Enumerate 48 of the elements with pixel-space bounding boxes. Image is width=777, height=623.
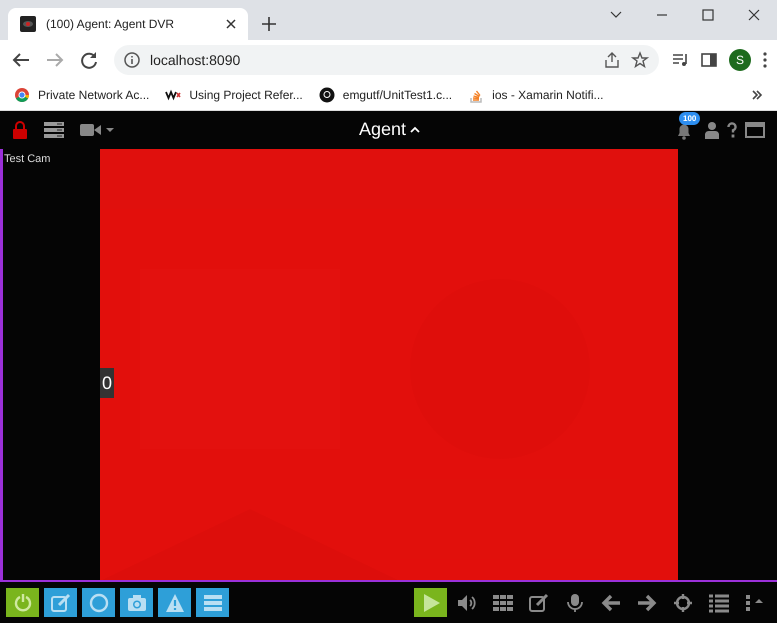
camera-icon <box>126 592 146 612</box>
side-panel-icon[interactable] <box>701 52 717 68</box>
server-icon[interactable] <box>44 122 64 138</box>
tab-title: (100) Agent: Agent DVR <box>46 16 176 33</box>
crosshair-icon <box>672 592 692 612</box>
user-icon[interactable] <box>705 121 719 139</box>
bookmark-item[interactable]: Private Network Ac... <box>14 86 150 104</box>
browser-tab[interactable]: (100) Agent: Agent DVR <box>8 8 248 40</box>
bell-icon[interactable] <box>675 122 693 140</box>
media-queue-icon[interactable] <box>671 51 689 69</box>
power-icon <box>12 592 32 612</box>
close-icon[interactable] <box>226 19 236 29</box>
camera-name: Test Cam <box>4 152 50 167</box>
left-arrow-icon <box>600 592 620 612</box>
plus-icon[interactable] <box>262 17 276 31</box>
chrome-logo-icon <box>14 87 30 103</box>
more-vertical-icon[interactable] <box>763 52 767 68</box>
info-icon <box>124 52 140 68</box>
menu-caret-icon <box>744 592 764 612</box>
camera-badge: 0 <box>100 368 114 398</box>
chevron-double-right-icon[interactable] <box>751 89 763 101</box>
circle-icon <box>88 592 108 612</box>
speaker-icon <box>456 592 476 612</box>
warning-icon <box>164 592 184 612</box>
lock-icon[interactable] <box>12 121 28 139</box>
microphone-icon <box>564 592 584 612</box>
profile-avatar[interactable]: S <box>729 49 751 71</box>
fullscreen-icon[interactable] <box>745 122 765 138</box>
grid-icon <box>492 592 512 612</box>
app-title-menu[interactable]: Agent <box>359 116 420 143</box>
address-bar[interactable]: localhost:8090 <box>114 45 659 75</box>
server-icon <box>202 592 222 612</box>
camera-eye-icon <box>20 16 36 32</box>
right-arrow-icon <box>636 592 656 612</box>
list-icon <box>708 592 728 612</box>
bookmark-item[interactable]: Using Project Refer... <box>165 86 303 104</box>
edit-icon <box>528 592 548 612</box>
url-text: localhost:8090 <box>150 50 242 70</box>
help-icon[interactable] <box>727 122 737 138</box>
caret-up-icon <box>410 126 420 134</box>
video-camera-dropdown-icon[interactable] <box>80 122 116 138</box>
zigzag-icon <box>165 87 182 103</box>
notification-badge: 100 <box>679 112 700 125</box>
bookmark-item[interactable]: ios - Xamarin Notifi... <box>468 86 604 104</box>
bookmark-item[interactable]: emgutf/UnitTest1.c... <box>318 86 452 104</box>
star-icon[interactable] <box>631 51 649 69</box>
edit-icon <box>50 592 70 612</box>
share-icon[interactable] <box>603 51 621 69</box>
